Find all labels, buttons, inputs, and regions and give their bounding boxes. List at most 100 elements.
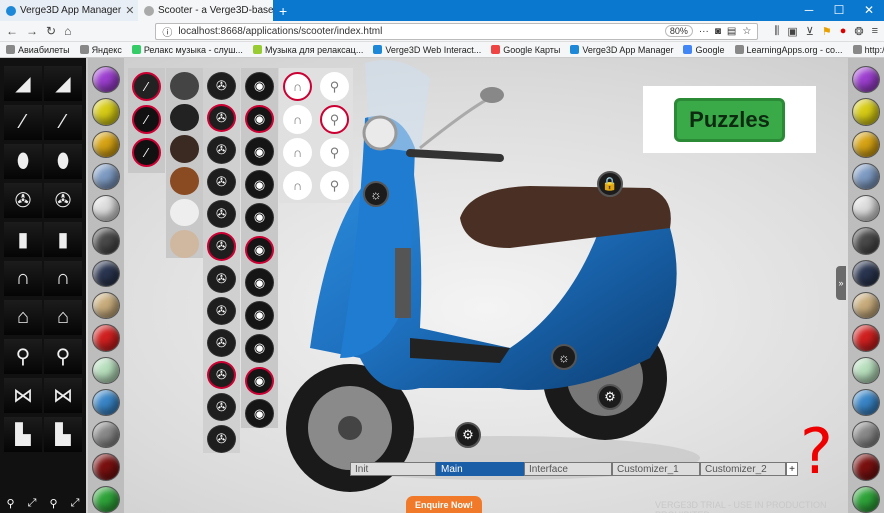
part-grip-thumb[interactable]: ⁄ bbox=[44, 105, 82, 140]
part-fender-thumb[interactable]: ◢ bbox=[44, 66, 82, 101]
tab-customizer-2[interactable]: Customizer_2 bbox=[700, 462, 786, 476]
new-tab-button[interactable]: + bbox=[273, 0, 293, 21]
reader-icon[interactable]: ▤ bbox=[727, 26, 736, 37]
maximize-icon[interactable]: ☐ bbox=[824, 0, 854, 21]
color-swatch[interactable] bbox=[92, 227, 120, 255]
grip-purple-swatch[interactable]: ⁄ bbox=[132, 72, 161, 101]
settings-hotspot[interactable]: ⚙ bbox=[597, 384, 623, 410]
color-swatch[interactable] bbox=[852, 227, 880, 255]
part-wheel-thumb[interactable]: ✇ bbox=[44, 183, 82, 218]
flag-icon[interactable]: ⚑ bbox=[822, 25, 832, 38]
add-tab-button[interactable]: + bbox=[786, 462, 798, 476]
part-grip-thumb[interactable]: ⁄ bbox=[4, 105, 42, 140]
color-swatch[interactable] bbox=[92, 162, 120, 191]
grip-black-swatch[interactable]: ⁄ bbox=[132, 105, 161, 134]
bookmark-item[interactable]: Verge3D App Manager bbox=[570, 45, 673, 55]
color-swatch[interactable] bbox=[852, 130, 880, 158]
color-swatch[interactable] bbox=[92, 421, 120, 449]
seat-leather-swatch[interactable] bbox=[170, 72, 199, 100]
forward-icon[interactable]: → bbox=[26, 24, 38, 38]
bookmark-item[interactable]: Google Карты bbox=[491, 45, 560, 55]
seat-dark-brown-swatch[interactable] bbox=[170, 135, 199, 164]
part-rack-thumb[interactable]: ⌂ bbox=[4, 300, 42, 335]
minimize-icon[interactable]: ─ bbox=[794, 0, 824, 21]
part-carrier-thumb[interactable]: ⋈ bbox=[44, 378, 82, 413]
reload-icon[interactable]: ↻ bbox=[46, 24, 56, 38]
lock-hotspot[interactable]: 🔒 bbox=[597, 171, 623, 197]
cart-icon[interactable]: ⊻ bbox=[806, 25, 814, 38]
tab-init[interactable]: Init bbox=[350, 462, 436, 476]
bookmark-item[interactable]: Google bbox=[683, 45, 725, 55]
part-mirror-thumb[interactable]: ⚲ bbox=[4, 339, 42, 374]
color-swatch[interactable] bbox=[92, 453, 120, 481]
color-swatch[interactable] bbox=[852, 259, 880, 287]
bookmark-item[interactable]: LearningApps.org - co... bbox=[734, 45, 843, 55]
color-swatch[interactable] bbox=[92, 130, 120, 158]
color-swatch[interactable] bbox=[852, 356, 880, 384]
tab-scooter[interactable]: Scooter - a Verge3D-based ve ✕ bbox=[138, 0, 273, 21]
wheel-rim-swatch[interactable]: ✇ bbox=[207, 296, 236, 325]
wheel-rim-swatch[interactable]: ✇ bbox=[207, 104, 236, 133]
seat-brown-swatch[interactable] bbox=[170, 167, 199, 195]
tab-main[interactable]: Main bbox=[436, 462, 524, 476]
location-icon[interactable]: ⚲ bbox=[50, 497, 58, 510]
seat-white-swatch[interactable] bbox=[170, 198, 199, 227]
color-swatch[interactable] bbox=[852, 324, 880, 352]
color-swatch[interactable] bbox=[92, 195, 120, 223]
settings-hotspot[interactable]: ⚙ bbox=[455, 422, 481, 448]
color-swatch[interactable] bbox=[92, 356, 120, 384]
bookmark-item[interactable]: Verge3D Web Interact... bbox=[373, 45, 481, 55]
color-swatch[interactable] bbox=[852, 66, 880, 94]
wheel-rim-swatch[interactable]: ✇ bbox=[207, 424, 236, 453]
color-swatch[interactable] bbox=[92, 66, 120, 94]
sidebar-icon[interactable]: ▣ bbox=[787, 25, 797, 38]
bookmark-item[interactable]: Авиабилеты bbox=[6, 45, 70, 55]
part-mudguard-thumb[interactable]: ∩ bbox=[44, 261, 82, 296]
wheel-rim-swatch[interactable]: ✇ bbox=[207, 72, 236, 101]
menu-icon[interactable]: ≡ bbox=[872, 25, 878, 38]
part-seat-thumb[interactable]: ⬮ bbox=[4, 144, 42, 179]
color-swatch[interactable] bbox=[92, 98, 120, 126]
info-icon[interactable]: ⓘ bbox=[162, 24, 172, 39]
part-fender-thumb[interactable]: ◢ bbox=[4, 66, 42, 101]
app-viewport[interactable]: ◢ ◢ ⁄ ⁄ ⬮ ⬮ ✇ ✇ ▮ ▮ ∩ ∩ ⌂ ⌂ ⚲ ⚲ ⋈ ⋈ ▙ ▙ ⚲ ⤢ ⚲ ⤢ ⁄ … bbox=[0, 58, 884, 513]
environment-thumb[interactable]: ▙ bbox=[4, 417, 42, 452]
part-mudguard-thumb[interactable]: ∩ bbox=[4, 261, 42, 296]
tab-interface[interactable]: Interface bbox=[524, 462, 612, 476]
bookmark-item[interactable]: Музыка для релаксац... bbox=[252, 45, 363, 55]
part-mirror-thumb[interactable]: ⚲ bbox=[44, 339, 82, 374]
color-swatch[interactable] bbox=[92, 388, 120, 417]
bookmark-item[interactable]: http://it4you.su/2016/... bbox=[852, 45, 884, 55]
bookmark-item[interactable]: Релакс музыка - слуш... bbox=[131, 45, 243, 55]
bookmark-star-icon[interactable]: ☆ bbox=[742, 26, 751, 37]
page-actions-icon[interactable]: ··· bbox=[699, 26, 709, 37]
pocket-icon[interactable]: ◙ bbox=[715, 26, 721, 37]
help-button[interactable]: ? bbox=[800, 415, 833, 488]
part-shield-thumb[interactable]: ▮ bbox=[44, 222, 82, 257]
bookmark-item[interactable]: Яндекс bbox=[79, 45, 122, 55]
part-carrier-thumb[interactable]: ⋈ bbox=[4, 378, 42, 413]
location-icon[interactable]: ⚲ bbox=[7, 497, 15, 510]
tab-customizer-1[interactable]: Customizer_1 bbox=[612, 462, 700, 476]
color-swatch[interactable] bbox=[852, 98, 880, 126]
color-swatch[interactable] bbox=[92, 485, 120, 513]
wheel-rim-swatch[interactable]: ✇ bbox=[207, 264, 236, 293]
seat-beige-swatch[interactable] bbox=[170, 230, 199, 259]
color-swatch[interactable] bbox=[92, 259, 120, 287]
wheel-rim-swatch[interactable]: ✇ bbox=[207, 360, 236, 389]
wheel-rim-swatch[interactable]: ✇ bbox=[207, 136, 236, 165]
part-wheel-thumb[interactable]: ✇ bbox=[4, 183, 42, 218]
wheel-rim-swatch[interactable]: ✇ bbox=[207, 168, 236, 197]
close-icon[interactable]: ✕ bbox=[125, 4, 134, 17]
environment-thumb[interactable]: ▙ bbox=[44, 417, 82, 452]
color-swatch[interactable] bbox=[852, 388, 880, 417]
expand-panel-button[interactable]: » bbox=[836, 266, 846, 300]
fullscreen-icon[interactable]: ⤢ bbox=[71, 497, 80, 510]
light-hotspot[interactable]: ☼ bbox=[551, 344, 577, 370]
enquire-button[interactable]: Enquire Now! bbox=[406, 496, 482, 513]
tab-app-manager[interactable]: Verge3D App Manager ✕ bbox=[0, 0, 138, 21]
color-swatch[interactable] bbox=[852, 421, 880, 449]
extension-icon[interactable]: ❂ bbox=[854, 25, 863, 38]
back-icon[interactable]: ← bbox=[6, 24, 18, 38]
url-bar[interactable]: ⓘ localhost:8668/applications/scooter/in… bbox=[155, 22, 759, 40]
